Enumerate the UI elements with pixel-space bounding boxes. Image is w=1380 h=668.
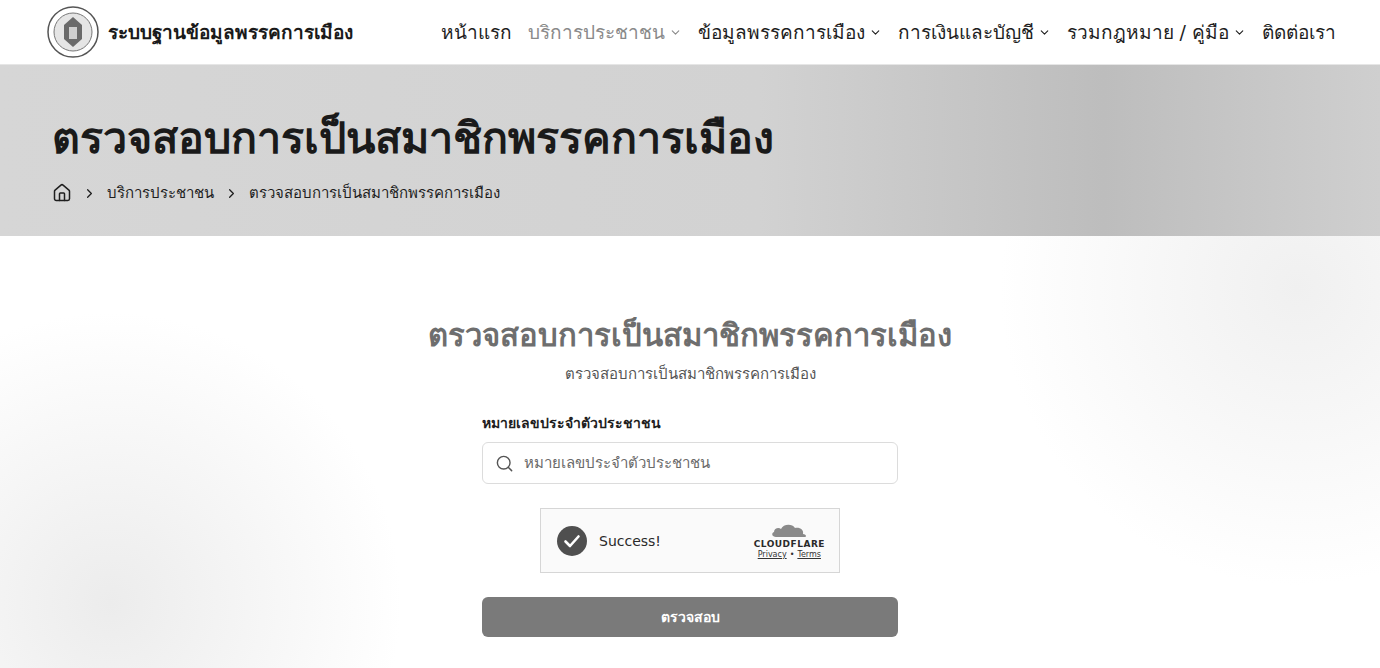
- check-form: หมายเลขประจำตัวประชาชน Success! CLOUDFLARE…: [482, 412, 898, 637]
- page-banner: ตรวจสอบการเป็นสมาชิกพรรคการเมืองบริการปร…: [0, 65, 1380, 236]
- search-icon: [495, 454, 514, 473]
- success-check-icon: [557, 526, 587, 556]
- nav-item[interactable]: รวมกฎหมาย / คู่มือ: [1067, 17, 1246, 47]
- breadcrumb-item[interactable]: ตรวจสอบการเป็นสมาชิกพรรคการเมือง: [249, 181, 500, 205]
- chevron-right-icon: [82, 186, 97, 201]
- main-content: ตรวจสอบการเป็นสมาชิกพรรคการเมืองตรวจสอบก…: [0, 236, 1380, 668]
- id-input[interactable]: [522, 453, 885, 473]
- chevron-down-icon: [669, 26, 682, 39]
- id-field: [482, 442, 898, 484]
- nav-item[interactable]: หน้าแรก: [441, 17, 512, 47]
- cloudflare-cloud-icon: [770, 522, 808, 538]
- site-title[interactable]: ระบบฐานข้อมูลพรรคการเมือง: [108, 17, 353, 47]
- chevron-down-icon: [869, 26, 882, 39]
- captcha-status: Success!: [599, 533, 661, 549]
- chevron-right-icon: [224, 186, 239, 201]
- chevron-down-icon: [1233, 26, 1246, 39]
- form-subtitle: ตรวจสอบการเป็นสมาชิกพรรคการเมือง: [565, 362, 816, 386]
- terms-link[interactable]: Terms: [797, 550, 821, 559]
- chevron-down-icon: [1038, 26, 1051, 39]
- submit-button[interactable]: ตรวจสอบ: [482, 597, 898, 637]
- captcha-brand: CLOUDFLARE: [754, 539, 825, 549]
- site-header: ระบบฐานข้อมูลพรรคการเมือง หน้าแรก บริการปร…: [0, 0, 1380, 65]
- banner-title: ตรวจสอบการเป็นสมาชิกพรรคการเมือง: [52, 114, 1328, 163]
- nav-item[interactable]: บริการประชาชน: [528, 17, 682, 47]
- nav-item[interactable]: การเงินและบัญชี: [898, 17, 1051, 47]
- brand[interactable]: ระบบฐานข้อมูลพรรคการเมือง: [46, 5, 353, 59]
- home-icon[interactable]: [52, 183, 72, 203]
- main-nav: หน้าแรก บริการประชาชน ข้อมูลพรรคการเมือง กา…: [441, 17, 1336, 47]
- link-separator: •: [790, 550, 795, 559]
- field-label: หมายเลขประจำตัวประชาชน: [482, 412, 898, 434]
- form-title: ตรวจสอบการเป็นสมาชิกพรรคการเมือง: [428, 310, 952, 360]
- breadcrumb: บริการประชาชน ตรวจสอบการเป็นสมาชิกพรรคการ…: [52, 181, 1328, 205]
- page: ระบบฐานข้อมูลพรรคการเมืองหน้าแรกบริการปร…: [0, 0, 1380, 668]
- emblem-logo-icon: [46, 5, 100, 59]
- nav-item[interactable]: ข้อมูลพรรคการเมือง: [698, 17, 882, 47]
- breadcrumb-item[interactable]: บริการประชาชน: [107, 181, 214, 205]
- privacy-link[interactable]: Privacy: [758, 550, 787, 559]
- nav-item[interactable]: ติดต่อเรา: [1262, 17, 1336, 47]
- captcha-widget[interactable]: Success! CLOUDFLAREPrivacy•Terms: [540, 508, 840, 573]
